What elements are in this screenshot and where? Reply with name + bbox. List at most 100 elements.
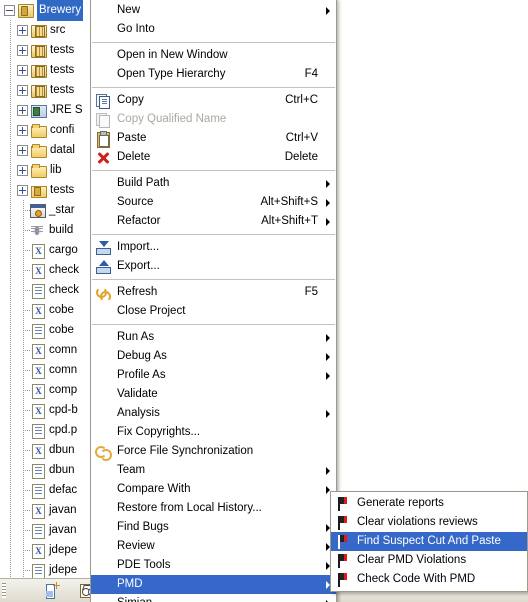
tree-item[interactable]: tests <box>0 80 100 100</box>
menu-item-clear-pmd-violations[interactable]: Clear PMD Violations <box>331 551 527 570</box>
tree-item[interactable]: cpd.p <box>0 420 100 440</box>
expand-twisty[interactable] <box>17 104 28 116</box>
tree-item[interactable]: src <box>0 20 100 40</box>
collapse-all-icon[interactable] <box>42 582 60 599</box>
menu-item-open-type-hierarchy[interactable]: Open Type Hierarchy F4 <box>91 65 336 84</box>
tree-item[interactable]: defac <box>0 480 100 500</box>
tree-item[interactable]: Xcobe <box>0 300 100 320</box>
tree-item[interactable]: Xcpd-b <box>0 400 100 420</box>
toolbar-grip[interactable] <box>2 583 6 598</box>
tree-guide <box>17 300 30 320</box>
tree-item[interactable]: datal <box>0 140 100 160</box>
tree-item[interactable]: check <box>0 280 100 300</box>
copy-icon <box>95 93 111 109</box>
expand-twisty[interactable] <box>17 44 28 56</box>
menu-separator <box>92 87 335 88</box>
expand-twisty[interactable] <box>17 124 28 136</box>
package-explorer-tree[interactable]: Brewery src tests tests tests JRE S confi datal… <box>0 0 100 578</box>
menu-item-find-suspect-cut-and-paste[interactable]: Find Suspect Cut And Paste <box>331 532 527 551</box>
menu-item-clear-violations-reviews[interactable]: Clear violations reviews <box>331 513 527 532</box>
submenu-arrow-icon <box>326 334 330 342</box>
menu-item-team[interactable]: Team <box>91 461 336 480</box>
expand-twisty[interactable] <box>17 184 28 196</box>
tree-item-label: javan <box>49 524 77 536</box>
menu-item-new[interactable]: New <box>91 1 336 20</box>
menu-item-label: Debug As <box>117 350 167 362</box>
tree-item[interactable]: Xjdepe <box>0 540 100 560</box>
menu-item-source[interactable]: Source Alt+Shift+S <box>91 193 336 212</box>
menu-item-pde-tools[interactable]: PDE Tools <box>91 556 336 575</box>
tree-item[interactable]: dbun <box>0 460 100 480</box>
tree-item[interactable]: build <box>0 220 100 240</box>
tree-item-label: tests <box>50 184 75 196</box>
menu-item-run-as[interactable]: Run As <box>91 328 336 347</box>
tree-item[interactable]: _star <box>0 200 100 220</box>
tree-guide <box>17 200 30 220</box>
expand-twisty[interactable] <box>17 64 28 76</box>
tree-guide <box>4 480 17 500</box>
tree-item-label: comn <box>49 344 78 356</box>
tree-item-label: build <box>49 224 74 236</box>
tree-item[interactable]: cobe <box>0 320 100 340</box>
menu-item-shortcut: Alt+Shift+T <box>261 215 318 227</box>
menu-item-check-code-with-pmd[interactable]: Check Code With PMD <box>331 570 527 589</box>
tree-item[interactable]: Xcargo <box>0 240 100 260</box>
menu-item-pmd[interactable]: PMD <box>91 575 336 594</box>
collapse-twisty[interactable] <box>4 4 15 16</box>
folder-icon <box>31 122 47 138</box>
tree-item[interactable]: javan <box>0 520 100 540</box>
menu-item-copy[interactable]: Copy Ctrl+C <box>91 91 336 110</box>
submenu-arrow-icon <box>326 353 330 361</box>
menu-item-label: Find Bugs <box>117 521 169 533</box>
menu-item-compare-with[interactable]: Compare With <box>91 480 336 499</box>
menu-item-go-into[interactable]: Go Into <box>91 20 336 39</box>
expand-twisty[interactable] <box>17 164 28 176</box>
menu-item-refactor[interactable]: Refactor Alt+Shift+T <box>91 212 336 231</box>
menu-item-export[interactable]: Export... <box>91 257 336 276</box>
tree-item[interactable]: jdepe <box>0 560 100 578</box>
menu-item-label: Validate <box>117 388 158 400</box>
menu-item-validate[interactable]: Validate <box>91 385 336 404</box>
pmd-submenu[interactable]: Generate reports Clear violations reviews… <box>330 491 528 592</box>
menu-item-delete[interactable]: Delete Delete <box>91 148 336 167</box>
xml-file-icon: X <box>30 542 46 559</box>
menu-item-label: Open Type Hierarchy <box>117 68 226 80</box>
menu-item-simian[interactable]: Simian <box>91 594 336 602</box>
menu-item-profile-as[interactable]: Profile As <box>91 366 336 385</box>
tree-item[interactable]: Xcomp <box>0 380 100 400</box>
tree-item[interactable]: Xcheck <box>0 260 100 280</box>
project-icon <box>18 2 34 18</box>
expand-twisty[interactable] <box>17 24 28 36</box>
tree-guide <box>17 480 30 500</box>
menu-item-open-in-new-window[interactable]: Open in New Window <box>91 46 336 65</box>
menu-item-build-path[interactable]: Build Path <box>91 174 336 193</box>
menu-item-import[interactable]: Import... <box>91 238 336 257</box>
expand-twisty[interactable] <box>17 144 28 156</box>
menu-item-analysis[interactable]: Analysis <box>91 404 336 423</box>
tree-item[interactable]: Xcomn <box>0 340 100 360</box>
menu-item-review[interactable]: Review <box>91 537 336 556</box>
tree-item[interactable]: confi <box>0 120 100 140</box>
tree-item[interactable]: tests <box>0 60 100 80</box>
expand-twisty[interactable] <box>17 84 28 96</box>
tree-item[interactable]: lib <box>0 160 100 180</box>
tree-item[interactable]: JRE S <box>0 100 100 120</box>
menu-item-fix-copyrights[interactable]: Fix Copyrights... <box>91 423 336 442</box>
menu-item-generate-reports[interactable]: Generate reports <box>331 494 527 513</box>
menu-item-paste[interactable]: Paste Ctrl+V <box>91 129 336 148</box>
menu-item-refresh[interactable]: Refresh F5 <box>91 283 336 302</box>
tree-item[interactable]: Brewery <box>0 0 100 21</box>
tree-item[interactable]: tests <box>0 180 100 200</box>
tree-item[interactable]: Xcomn <box>0 360 100 380</box>
menu-item-close-project[interactable]: Close Project <box>91 302 336 321</box>
menu-item-find-bugs[interactable]: Find Bugs <box>91 518 336 537</box>
tree-item[interactable]: Xdbun <box>0 440 100 460</box>
menu-item-label: Review <box>117 540 155 552</box>
menu-item-force-file-synchronization[interactable]: Force File Synchronization <box>91 442 336 461</box>
menu-item-restore-from-local-history[interactable]: Restore from Local History... <box>91 499 336 518</box>
tree-item[interactable]: Xjavan <box>0 500 100 520</box>
context-menu[interactable]: New Go Into Open in New Window Open Type Hi… <box>90 0 337 602</box>
tree-item[interactable]: tests <box>0 40 100 60</box>
tree-guide <box>17 280 30 300</box>
menu-item-debug-as[interactable]: Debug As <box>91 347 336 366</box>
